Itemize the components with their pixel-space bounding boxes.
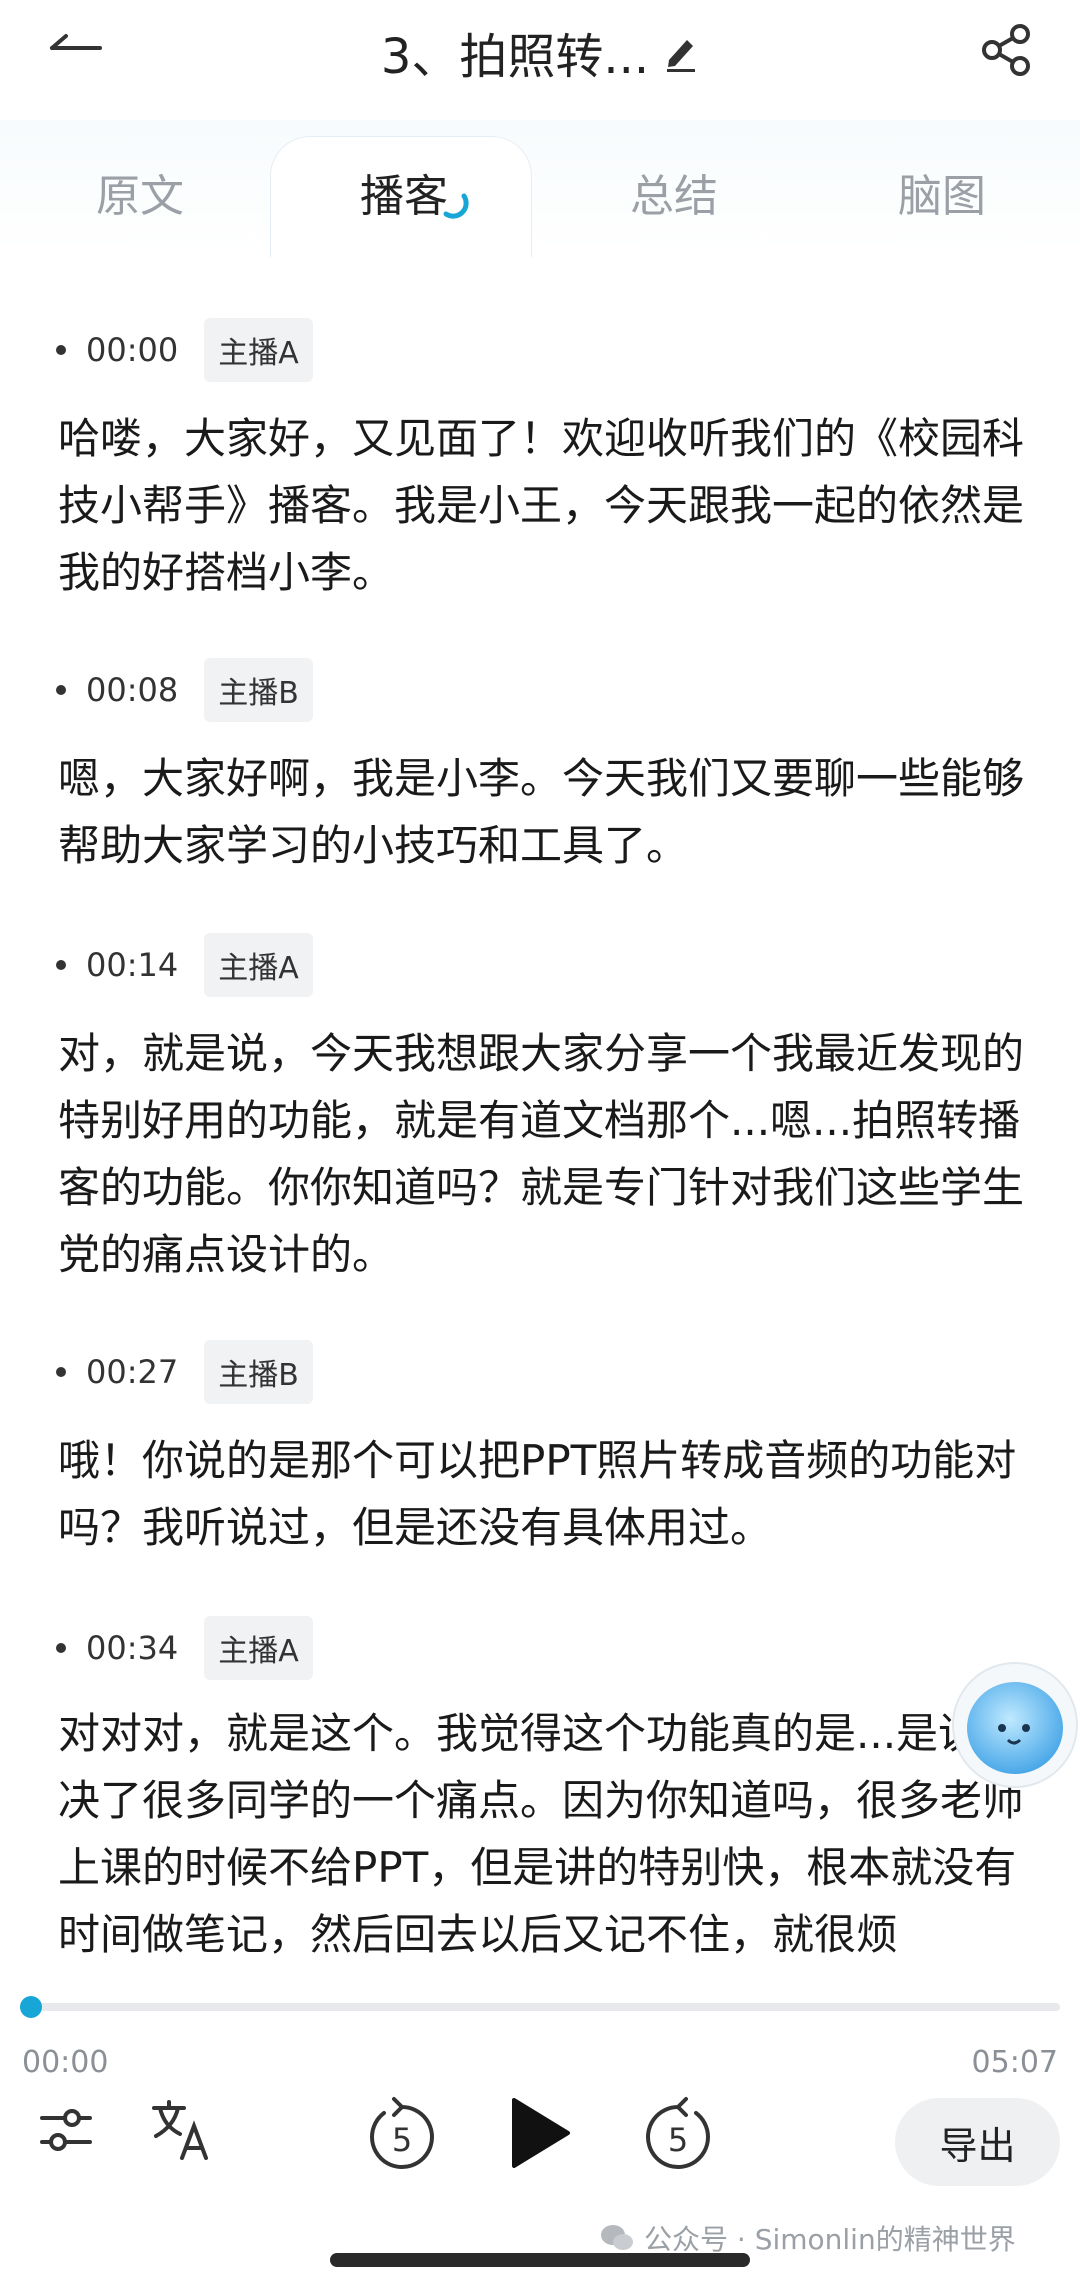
- segment-text: 对对对，就是这个。我觉得这个功能真的是...是说解决了很多同学的一个痛点。因为你…: [58, 1709, 1025, 1959]
- progress-track[interactable]: [30, 2003, 1060, 2011]
- share-icon[interactable]: [978, 22, 1034, 78]
- back-arrow-icon[interactable]: [44, 28, 104, 68]
- speaker-badge: 主播A: [204, 318, 313, 382]
- rewind-button[interactable]: 5: [364, 2095, 440, 2175]
- segment-time[interactable]: 00:00: [86, 331, 178, 369]
- top-bar: 3、拍照转...: [0, 0, 1080, 110]
- bullet-dot: [56, 960, 66, 970]
- tab-mindmap[interactable]: 脑图: [898, 160, 986, 224]
- segment-header: 00:27 主播B: [56, 1340, 313, 1404]
- speaker-badge: 主播A: [204, 1616, 313, 1680]
- rewind-icon: 5: [370, 2097, 434, 2169]
- total-time: 05:07: [971, 2045, 1058, 2080]
- tab-bar: 原文 播客 总结 脑图: [0, 120, 1080, 257]
- bullet-dot: [56, 345, 66, 355]
- forward-icon: 5: [646, 2097, 710, 2169]
- segment-text: 哦！你说的是那个可以把PPT照片转成音频的功能对吗？我听说过，但是还没有具体用过…: [58, 1436, 1017, 1552]
- loading-spinner-icon: [443, 193, 469, 219]
- home-indicator[interactable]: [330, 2253, 750, 2267]
- segment-time[interactable]: 00:34: [86, 1629, 178, 1667]
- segment-time[interactable]: 00:08: [86, 671, 178, 709]
- play-icon[interactable]: [508, 2096, 572, 2170]
- segment-text: 哈喽，大家好，又见面了！欢迎收听我们的《校园科技小帮手》播客。我是小王，今天跟我…: [58, 414, 1025, 597]
- speaker-badge: 主播B: [204, 1340, 313, 1404]
- forward-button[interactable]: 5: [640, 2095, 716, 2175]
- speaker-badge: 主播A: [204, 933, 313, 997]
- export-button[interactable]: 导出: [895, 2098, 1060, 2186]
- ai-assistant-icon[interactable]: [950, 1660, 1080, 1790]
- segment-header: 00:00 主播A: [56, 318, 313, 382]
- wechat-icon: [601, 2225, 633, 2250]
- page-title: 3、拍照转...: [380, 29, 650, 85]
- segment-time[interactable]: 00:27: [86, 1353, 178, 1391]
- progress-handle[interactable]: [20, 1996, 42, 2018]
- bullet-dot: [56, 685, 66, 695]
- edit-pencil-icon[interactable]: [663, 32, 699, 72]
- forward-seconds: 5: [668, 2121, 688, 2159]
- segment-header: 00:14 主播A: [56, 933, 313, 997]
- tab-podcast[interactable]: 播客: [360, 160, 448, 224]
- settings-sliders-icon[interactable]: [38, 2100, 94, 2160]
- tab-original[interactable]: 原文: [96, 160, 184, 224]
- transcript-list: 00:00 主播A 哈喽，大家好，又见面了！欢迎收听我们的《校园科技小帮手》播客…: [0, 300, 1080, 2000]
- title-area[interactable]: 3、拍照转...: [300, 20, 780, 85]
- speaker-badge: 主播B: [204, 658, 313, 722]
- tab-summary[interactable]: 总结: [630, 160, 718, 224]
- segment-text: 嗯，大家好啊，我是小李。今天我们又要聊一些能够帮助大家学习的小技巧和工具了。: [58, 754, 1025, 870]
- segment-header: 00:34 主播A: [56, 1616, 313, 1680]
- bullet-dot: [56, 1643, 66, 1653]
- translate-icon[interactable]: [150, 2098, 210, 2162]
- segment-time[interactable]: 00:14: [86, 946, 178, 984]
- watermark-text: 公众号 · Simonlin的精神世界: [644, 2223, 1016, 2256]
- segment-header: 00:08 主播B: [56, 658, 313, 722]
- current-time: 00:00: [22, 2045, 109, 2080]
- segment-text: 对，就是说，今天我想跟大家分享一个我最近发现的特别好用的功能，就是有道文档那个.…: [58, 1029, 1025, 1279]
- bullet-dot: [56, 1367, 66, 1377]
- rewind-seconds: 5: [392, 2121, 412, 2159]
- watermark: 公众号 · Simonlin的精神世界: [600, 2218, 1016, 2258]
